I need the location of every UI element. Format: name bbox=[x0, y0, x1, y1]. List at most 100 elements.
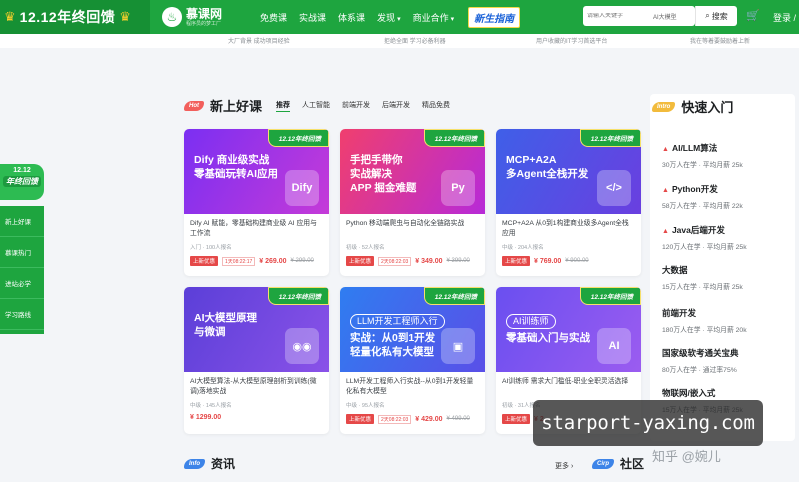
tab-free[interactable]: 精品免费 bbox=[422, 100, 450, 112]
course-info: Dify AI 赋能，零基础构建商业级 AI 应用与工作流入门 · 100人报名… bbox=[184, 214, 329, 266]
quick-start-item[interactable]: ▲ Java后端开发 120万人在学 · 平均月薪 25k bbox=[662, 224, 747, 251]
track-name: 国家级软考通关宝典 bbox=[662, 347, 739, 359]
promo-ribbon: 12.12年终回馈 bbox=[267, 129, 329, 147]
price-row: 上新优惠 2天08:22:03 ¥ 349.00 ¥ 399.00 bbox=[346, 256, 479, 266]
cart-icon[interactable]: 🛒 bbox=[746, 10, 760, 22]
news-more-link[interactable]: 更多 › bbox=[555, 461, 573, 471]
course-meta: 入门 · 100人报名 bbox=[190, 245, 232, 251]
page: { "topbar": { "promo": "12.12年终回馈", "log… bbox=[0, 0, 799, 482]
quick-start-item[interactable]: ▲ Python开发 58万人在学 · 平均月薪 22k bbox=[662, 183, 743, 210]
news-header: Info 资讯 bbox=[184, 455, 235, 472]
banner-pill: AI训练师 bbox=[506, 314, 556, 329]
discount-badge: 上新优惠 bbox=[502, 414, 531, 424]
site-logo[interactable]: ♨ 慕课网 程序员的梦工厂 bbox=[162, 7, 242, 27]
logo-name: 慕课网 bbox=[186, 6, 223, 21]
discount-badge: 上新优惠 bbox=[346, 414, 375, 424]
track-stats: 80万人在学 · 通过率75% bbox=[662, 367, 737, 374]
side-menu: 新上好课 慕课热门 进站必学 学习路线 bbox=[0, 206, 44, 334]
fire-icon: ▲ bbox=[662, 187, 669, 194]
community-header: Cirp 社区 bbox=[592, 455, 644, 472]
crown-icon: ♛ bbox=[119, 9, 131, 24]
course-card[interactable]: 12.12年终回馈 LLM开发工程师入行 实战：从0到1开发 轻量化私有大模型 ▣ LL… bbox=[340, 287, 485, 434]
tab-backend[interactable]: 后端开发 bbox=[382, 100, 410, 112]
side-item-must-learn[interactable]: 进站必学 bbox=[0, 268, 44, 299]
course-banner: 12.12年终回馈 手把手带你 实战解决 APP 掘金难题 Py bbox=[340, 129, 485, 214]
course-card[interactable]: 12.12年终回馈 Dify 商业级实战 零基础玩转AI应用 Dify Dify AI… bbox=[184, 129, 329, 276]
price-row: 上新优惠 2天08:22:03 ¥ 429.00 ¥ 499.00 bbox=[346, 414, 479, 424]
course-card[interactable]: 12.12年终回馈 MCP+A2A 多Agent全栈开发 </> MCP+A2A 从0… bbox=[496, 129, 641, 276]
tab-recommend[interactable]: 推荐 bbox=[276, 100, 291, 112]
nav-business[interactable]: 商业合作 bbox=[407, 11, 461, 24]
quick-start-item[interactable]: 前端开发 180万人在学 · 平均月薪 20k bbox=[662, 307, 747, 334]
track-name: ▲ Python开发 bbox=[662, 183, 743, 195]
banner-title: Dify 商业级实战 零基础玩转AI应用 bbox=[194, 154, 278, 180]
track-stats: 30万人在学 · 平均月薪 25k bbox=[662, 162, 743, 169]
side-promo-badge[interactable]: 12.12 年终回馈 bbox=[0, 164, 44, 200]
community-title: 社区 bbox=[620, 457, 645, 471]
discount-badge: 上新优惠 bbox=[502, 256, 531, 266]
original-price: ¥ 900.00 bbox=[565, 258, 589, 264]
course-info: AI大模型算法-从大模型原理剖析到训练(微调)落地实战 中级 · 145人报名 ¥ … bbox=[184, 372, 329, 421]
side-item-popular[interactable]: 慕课热门 bbox=[0, 237, 44, 268]
banner-title: 零基础入门与实战 bbox=[506, 332, 590, 344]
track-label: Python开发 bbox=[671, 184, 718, 194]
side-item-new-courses[interactable]: 新上好课 bbox=[0, 206, 44, 237]
course-info: MCP+A2A 从0到1构建商业级多Agent全栈应用中级 · 204人报名上新… bbox=[496, 214, 641, 266]
track-name: ▲ Java后端开发 bbox=[662, 224, 747, 236]
tab-ai[interactable]: 人工智能 bbox=[302, 100, 330, 112]
promo-ribbon: 12.12年终回馈 bbox=[579, 129, 641, 147]
course-meta: 中级 · 204人报名 bbox=[502, 245, 544, 251]
promo-title: 12.12年终回馈 bbox=[19, 9, 116, 25]
promo-ribbon: 12.12年终回馈 bbox=[579, 287, 641, 305]
discount-badge: 上新优惠 bbox=[346, 256, 375, 266]
track-stats: 180万人在学 · 平均月薪 20k bbox=[662, 327, 747, 334]
course-title[interactable]: AI训练师 需求大门槛低-职业全职灵活选择 bbox=[502, 377, 635, 398]
course-title[interactable]: AI大模型算法-从大模型原理剖析到训练(微调)落地实战 bbox=[190, 377, 323, 398]
quick-start-item[interactable]: 国家级软考通关宝典 80万人在学 · 通过率75% bbox=[662, 347, 739, 374]
promo-ribbon: 12.12年终回馈 bbox=[423, 129, 485, 147]
quick-start-header: Intro 快速入门 bbox=[652, 97, 733, 116]
nav-discover[interactable]: 发现 bbox=[371, 11, 407, 24]
track-stats: 120万人在学 · 平均月薪 25k bbox=[662, 244, 747, 251]
banner-title: AI大模型原理 与微调 bbox=[194, 312, 257, 338]
login-link[interactable]: 登录 / 注 bbox=[773, 11, 799, 24]
newbie-guide-button[interactable]: 新生指南 bbox=[468, 6, 521, 28]
main-nav: 免费课 实战课 体系课 发现 商业合作 bbox=[254, 11, 460, 24]
track-name: 物联网/嵌入式 bbox=[662, 387, 743, 399]
track-label: 前端开发 bbox=[662, 308, 697, 318]
feature-strip: 大厂背景 成功项目经验 拒绝全面 学习必备利器 用户收藏的IT学习首选平台 我在… bbox=[0, 34, 799, 48]
nav-free-courses[interactable]: 免费课 bbox=[254, 11, 293, 24]
quick-start-item[interactable]: ▲ AI/LLM算法 30万人在学 · 平均月薪 25k bbox=[662, 142, 743, 169]
countdown-timer: 1天08:22:17 bbox=[222, 256, 256, 266]
course-title[interactable]: Python 移动端爬虫与自动化全链路实战 bbox=[346, 219, 479, 240]
nav-system-courses[interactable]: 体系课 bbox=[332, 11, 371, 24]
banner-title: 实战：从0到1开发 轻量化私有大模型 bbox=[350, 332, 436, 358]
track-label: 大数据 bbox=[662, 265, 688, 275]
course-card[interactable]: 12.12年终回馈 手把手带你 实战解决 APP 掘金难题 Py Python 移动端… bbox=[340, 129, 485, 276]
search-button[interactable]: ⌕ 搜索 bbox=[695, 6, 737, 26]
feature-item: 大厂背景 成功项目经验 bbox=[228, 39, 290, 45]
nav-practical-courses[interactable]: 实战课 bbox=[293, 11, 332, 24]
course-card[interactable]: 12.12年终回馈 AI大模型原理 与微调 ◉◉ AI大模型算法-从大模型原理剖析到训… bbox=[184, 287, 329, 434]
tab-frontend[interactable]: 前端开发 bbox=[342, 100, 370, 112]
course-title[interactable]: LLM开发工程师入行实战--从0到1开发轻量化私有大模型 bbox=[346, 377, 479, 398]
info-tag: Info bbox=[184, 458, 205, 469]
course-title[interactable]: Dify AI 赋能，零基础构建商业级 AI 应用与工作流 bbox=[190, 219, 323, 240]
side-item-learning-path[interactable]: 学习路线 bbox=[0, 299, 44, 330]
hot-tag: Hot bbox=[184, 100, 204, 111]
watermark-overlay: starport-yaxing.com bbox=[533, 400, 763, 446]
search-input[interactable] bbox=[587, 13, 653, 19]
search-suggestion-tag[interactable]: AI大模型 bbox=[653, 12, 677, 21]
course-title[interactable]: MCP+A2A 从0到1构建商业级多Agent全栈应用 bbox=[502, 219, 635, 240]
course-banner: 12.12年终回馈 MCP+A2A 多Agent全栈开发 </> bbox=[496, 129, 641, 214]
fire-icon: ▲ bbox=[662, 146, 669, 153]
track-name: 大数据 bbox=[662, 264, 743, 276]
crown-icon: ♛ bbox=[4, 9, 16, 24]
community-tag: Cirp bbox=[592, 458, 614, 469]
track-name: 前端开发 bbox=[662, 307, 747, 319]
news-title: 资讯 bbox=[211, 457, 236, 471]
quick-start-item[interactable]: 大数据 15万人在学 · 平均月薪 25k bbox=[662, 264, 743, 291]
original-price: ¥ 399.00 bbox=[446, 258, 470, 264]
year-end-promo-banner[interactable]: ♛ 12.12年终回馈 ♛ bbox=[0, 0, 150, 34]
search-button-label: 搜索 bbox=[711, 11, 728, 21]
